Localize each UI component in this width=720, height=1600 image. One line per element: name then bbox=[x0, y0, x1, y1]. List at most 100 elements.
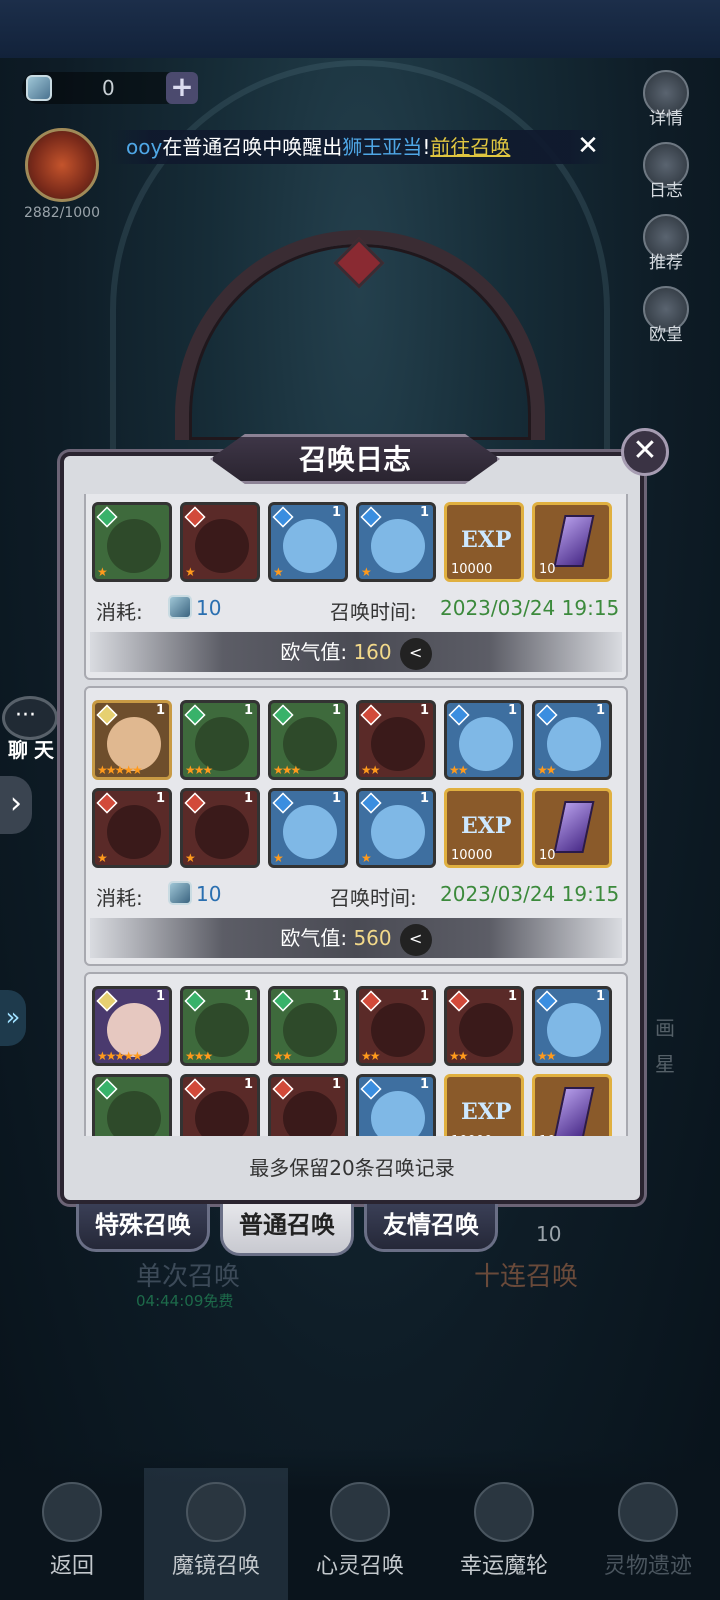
summon-record-list[interactable]: ★ ★ 1 ★ 1 ★ EXP 10000 10 消耗: 10 召唤时间: 2023/03/24 19:… bbox=[84, 494, 628, 1136]
crystal-icon bbox=[553, 1087, 595, 1136]
hero-count: 1 bbox=[243, 703, 253, 718]
nav-mind-summon[interactable]: 心灵召唤 bbox=[288, 1468, 432, 1600]
tab-normal-summon[interactable]: 普通召唤 bbox=[220, 1204, 354, 1256]
hero-card[interactable]: ★ bbox=[180, 502, 260, 582]
bottom-navigation: 返回 魔镜召唤 心灵召唤 幸运魔轮 灵物遗迹 bbox=[0, 1448, 720, 1600]
element-icon bbox=[360, 1078, 382, 1100]
hero-card[interactable]: ★ bbox=[92, 502, 172, 582]
hero-card[interactable]: 1 ★★ bbox=[356, 986, 436, 1066]
star-rating: ★ bbox=[185, 851, 196, 865]
exp-icon: EXP bbox=[461, 1099, 512, 1125]
expand-arrow-icon[interactable]: › bbox=[0, 776, 32, 834]
chat-button[interactable]: 聊天 bbox=[2, 696, 62, 766]
hero-card[interactable]: 1 ★★ bbox=[268, 986, 348, 1066]
nav-label: 魔镜召唤 bbox=[171, 1554, 260, 1579]
nav-back[interactable]: 返回 bbox=[0, 1468, 144, 1600]
hero-card[interactable]: 1★ bbox=[356, 1074, 436, 1136]
element-icon bbox=[184, 792, 206, 814]
hero-count: 1 bbox=[243, 1077, 253, 1092]
go-summon-link[interactable]: 前往召唤 bbox=[430, 135, 510, 159]
top-banner bbox=[0, 0, 720, 58]
nav-relic-ruins[interactable]: 灵物遗迹 bbox=[576, 1468, 720, 1600]
hero-card[interactable]: 1★ bbox=[356, 788, 436, 868]
hero-portrait bbox=[283, 519, 337, 573]
hero-card[interactable]: 1★ bbox=[180, 788, 260, 868]
star-rating: ★★ bbox=[449, 1049, 468, 1063]
hero-count: 1 bbox=[331, 505, 341, 520]
hero-card[interactable]: 1★ bbox=[356, 502, 436, 582]
side-item-log[interactable]: 日志 bbox=[626, 142, 706, 214]
record-limit-note: 最多保留20条召唤记录 bbox=[249, 1156, 455, 1180]
tab-special-summon[interactable]: 特殊召唤 bbox=[76, 1204, 210, 1252]
hero-portrait bbox=[283, 1091, 337, 1136]
item-quantity: 10 bbox=[539, 562, 556, 577]
hero-count: 1 bbox=[243, 791, 253, 806]
star-rating: ★ bbox=[361, 565, 372, 579]
summon-record: 1 ★★★★★ 1 ★★★ 1 ★★★ 1 ★★ 1 ★★ 1 ★★ 1 ★ 1 ★ 1 ★ 1 ★ EXP 10000 1… bbox=[84, 686, 628, 966]
crystal-item-card[interactable]: 10 bbox=[532, 1074, 612, 1136]
record-info: 消耗: 10 召唤时间: 2023/03/24 19:15 bbox=[86, 868, 626, 918]
star-rating: ★★★ bbox=[273, 763, 301, 777]
hero-count: 1 bbox=[331, 1077, 341, 1092]
luck-label: 欧气值: bbox=[280, 640, 354, 664]
tab-friend-summon[interactable]: 友情召唤 bbox=[364, 1204, 498, 1252]
element-icon bbox=[96, 506, 118, 528]
double-chevron-icon[interactable]: » bbox=[0, 990, 26, 1046]
ten-summon-cost: 10 bbox=[536, 1222, 562, 1246]
hero-portrait bbox=[547, 1003, 601, 1057]
reward-row: 1 ★ 1 ★ 1 ★ 1 ★ EXP 10000 10 bbox=[86, 780, 626, 868]
ticker-close-icon[interactable]: ✕ bbox=[574, 132, 602, 160]
hero-card[interactable]: 1★ bbox=[268, 502, 348, 582]
hero-portrait bbox=[195, 805, 249, 859]
chest-progress: 2882/1000 bbox=[24, 205, 100, 221]
hero-card[interactable]: 1 ★★★★★ bbox=[92, 986, 172, 1066]
hero-portrait bbox=[547, 717, 601, 771]
exp-item-card[interactable]: EXP 10000 bbox=[444, 502, 524, 582]
side-item-recommend[interactable]: 推荐 bbox=[626, 214, 706, 286]
share-icon[interactable]: < bbox=[399, 923, 432, 956]
hero-card[interactable]: 1 ★★★★★ bbox=[92, 700, 172, 780]
hero-card[interactable]: 1 ★★ bbox=[444, 986, 524, 1066]
item-quantity: 10 bbox=[539, 848, 556, 863]
hero-card[interactable]: 1★ bbox=[180, 1074, 260, 1136]
hero-card[interactable]: 1 ★★★ bbox=[180, 986, 260, 1066]
hero-card[interactable]: 1 ★★ bbox=[532, 986, 612, 1066]
hero-portrait bbox=[195, 519, 249, 573]
ten-summon-button[interactable]: 十连召唤 bbox=[474, 1256, 578, 1293]
exp-item-card[interactable]: EXP 10000 bbox=[444, 788, 524, 868]
hero-portrait bbox=[459, 717, 513, 771]
element-icon bbox=[272, 792, 294, 814]
nav-lucky-wheel[interactable]: 幸运魔轮 bbox=[432, 1468, 576, 1600]
element-icon bbox=[448, 704, 470, 726]
hero-card[interactable]: 1★ bbox=[268, 788, 348, 868]
crystal-item-card[interactable]: 10 bbox=[532, 502, 612, 582]
hero-count: 1 bbox=[331, 791, 341, 806]
hero-card[interactable]: 1 ★★ bbox=[532, 700, 612, 780]
crystal-item-card[interactable]: 10 bbox=[532, 788, 612, 868]
hero-card[interactable]: 1 ★★ bbox=[356, 700, 436, 780]
treasure-chest-icon[interactable] bbox=[25, 128, 99, 202]
star-rating: ★★★★★ bbox=[97, 1049, 143, 1063]
star-rating: ★★ bbox=[361, 763, 380, 777]
cost-label: 消耗: bbox=[96, 600, 143, 624]
item-quantity: 10000 bbox=[451, 562, 493, 577]
hero-card[interactable]: 1 ★★★ bbox=[180, 700, 260, 780]
element-icon bbox=[272, 704, 294, 726]
ticket-icon bbox=[168, 595, 192, 619]
hero-card[interactable]: 1★ bbox=[268, 1074, 348, 1136]
hero-card[interactable]: 1 ★★★ bbox=[268, 700, 348, 780]
hero-count: 1 bbox=[155, 703, 165, 718]
close-icon[interactable]: ✕ bbox=[621, 428, 669, 476]
hero-portrait bbox=[107, 805, 161, 859]
side-item-lucky[interactable]: 欧皇 bbox=[626, 286, 706, 358]
hero-card[interactable]: ★ bbox=[92, 1074, 172, 1136]
exp-item-card[interactable]: EXP 10000 bbox=[444, 1074, 524, 1136]
single-summon-button[interactable]: 单次召唤 bbox=[136, 1256, 240, 1293]
ticket-icon bbox=[168, 881, 192, 905]
hero-card[interactable]: 1 ★★ bbox=[444, 700, 524, 780]
hero-card[interactable]: 1★ bbox=[92, 788, 172, 868]
share-icon[interactable]: < bbox=[399, 637, 432, 670]
add-ticket-button[interactable]: + bbox=[166, 72, 198, 104]
side-item-details[interactable]: 详情 bbox=[626, 70, 706, 142]
nav-mirror-summon[interactable]: 魔镜召唤 bbox=[144, 1468, 288, 1600]
